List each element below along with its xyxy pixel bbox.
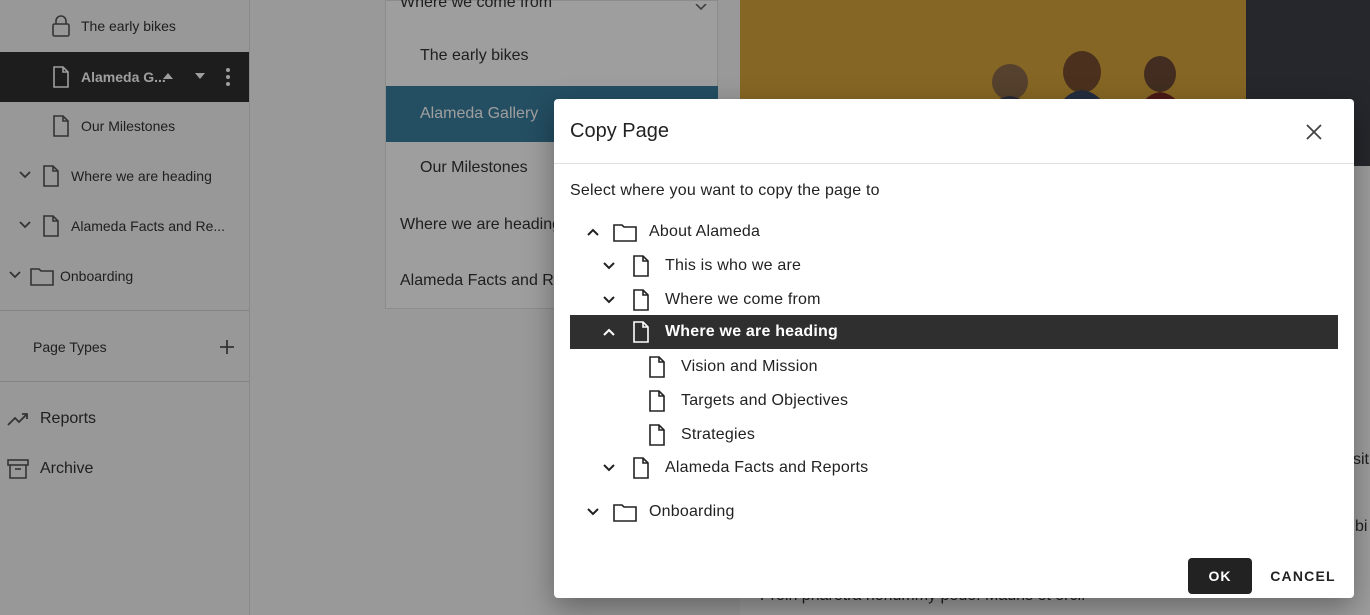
tree-node-alameda-facts-and-reports[interactable]: Alameda Facts and Reports <box>570 451 1338 485</box>
tree-node-label: Strategies <box>681 426 756 443</box>
tree-node-strategies[interactable]: Strategies <box>570 418 1338 452</box>
tree-node-label: Alameda Facts and Reports <box>665 459 869 476</box>
close-button[interactable] <box>1301 119 1327 145</box>
page-icon <box>628 287 654 313</box>
page-icon <box>644 354 670 380</box>
copy-page-dialog: Copy Page Select where you want to copy … <box>554 99 1354 598</box>
dialog-header: Copy Page <box>554 99 1354 164</box>
dialog-instruction: Select where you want to copy the page t… <box>570 182 880 199</box>
tree-node-label: This is who we are <box>665 257 802 274</box>
tree-node-about-alameda[interactable]: About Alameda <box>570 215 1338 249</box>
close-icon <box>1306 124 1322 140</box>
tree-node-this-is-who-we-are[interactable]: This is who we are <box>570 249 1338 283</box>
tree-node-label: Targets and Objectives <box>681 392 849 409</box>
folder-icon <box>612 499 638 525</box>
chevron-down-icon[interactable] <box>584 503 602 521</box>
tree-node-targets-and-objectives[interactable]: Targets and Objectives <box>570 384 1338 418</box>
page-icon <box>628 455 654 481</box>
page-icon <box>644 422 670 448</box>
chevron-up-icon[interactable] <box>584 223 602 241</box>
tree-node-label: Where we come from <box>665 291 821 308</box>
page-icon <box>628 253 654 279</box>
tree-node-label: Where we are heading <box>665 323 838 340</box>
page-icon <box>628 319 654 345</box>
tree-node-label: Vision and Mission <box>681 358 818 375</box>
tree-node-label: About Alameda <box>649 223 761 240</box>
tree-node-where-we-are-heading[interactable]: Where we are heading <box>570 315 1338 349</box>
tree-node-vision-and-mission[interactable]: Vision and Mission <box>570 350 1338 384</box>
tree-node-where-we-come-from[interactable]: Where we come from <box>570 283 1338 317</box>
chevron-down-icon[interactable] <box>600 291 618 309</box>
cancel-button[interactable]: CANCEL <box>1266 558 1340 594</box>
tree-node-onboarding[interactable]: Onboarding <box>570 495 1338 529</box>
chevron-down-icon[interactable] <box>600 459 618 477</box>
tree-node-label: Onboarding <box>649 503 735 520</box>
chevron-down-icon[interactable] <box>600 257 618 275</box>
page-icon <box>644 388 670 414</box>
ok-button[interactable]: OK <box>1188 558 1252 594</box>
folder-icon <box>612 219 638 245</box>
dialog-title: Copy Page <box>570 120 669 142</box>
chevron-up-icon[interactable] <box>600 323 618 341</box>
